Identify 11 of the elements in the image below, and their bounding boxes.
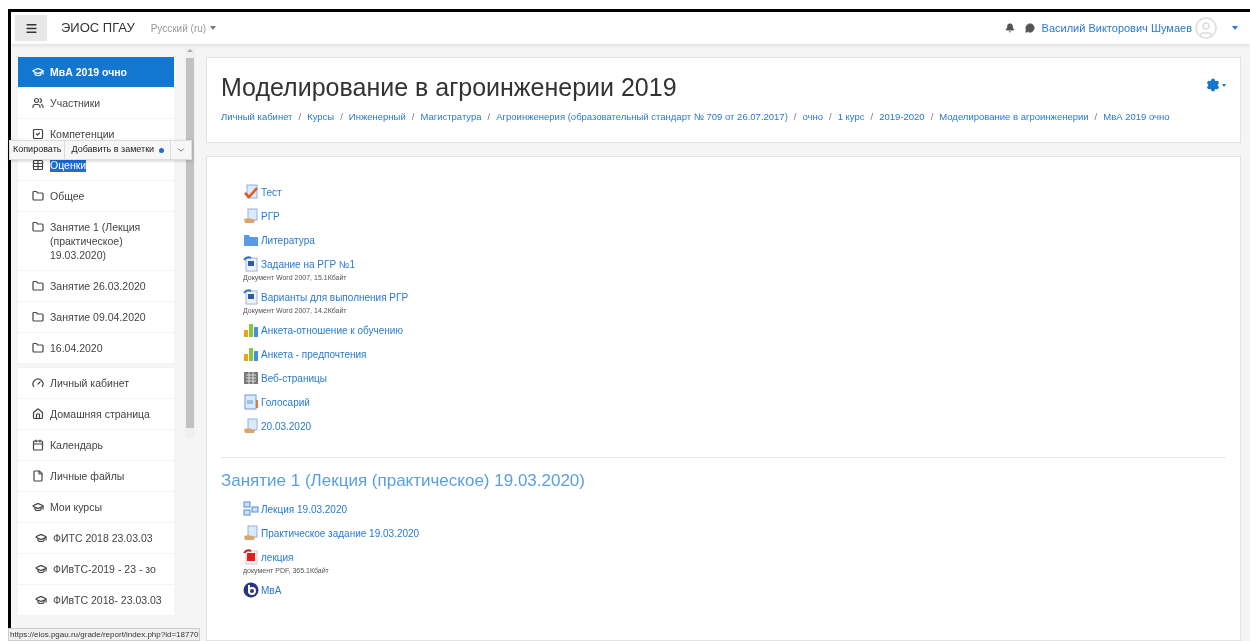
url-tooltip: https://eios.pgau.ru/grade/report/index.php?id=18770 [8, 628, 201, 641]
breadcrumb-separator: / [1093, 110, 1099, 124]
breadcrumb-separator: / [486, 110, 492, 124]
breadcrumb-separator: / [339, 110, 344, 124]
breadcrumb-separator: / [792, 110, 798, 124]
breadcrumb-separator: / [828, 110, 833, 124]
breadcrumb-separator: / [929, 110, 935, 124]
breadcrumb-separator: / [869, 110, 875, 124]
breadcrumb-separator: / [297, 110, 303, 124]
breadcrumb-separator: / [410, 110, 416, 124]
course-title: Моделирование в агроинженерии 2019 [221, 72, 678, 102]
